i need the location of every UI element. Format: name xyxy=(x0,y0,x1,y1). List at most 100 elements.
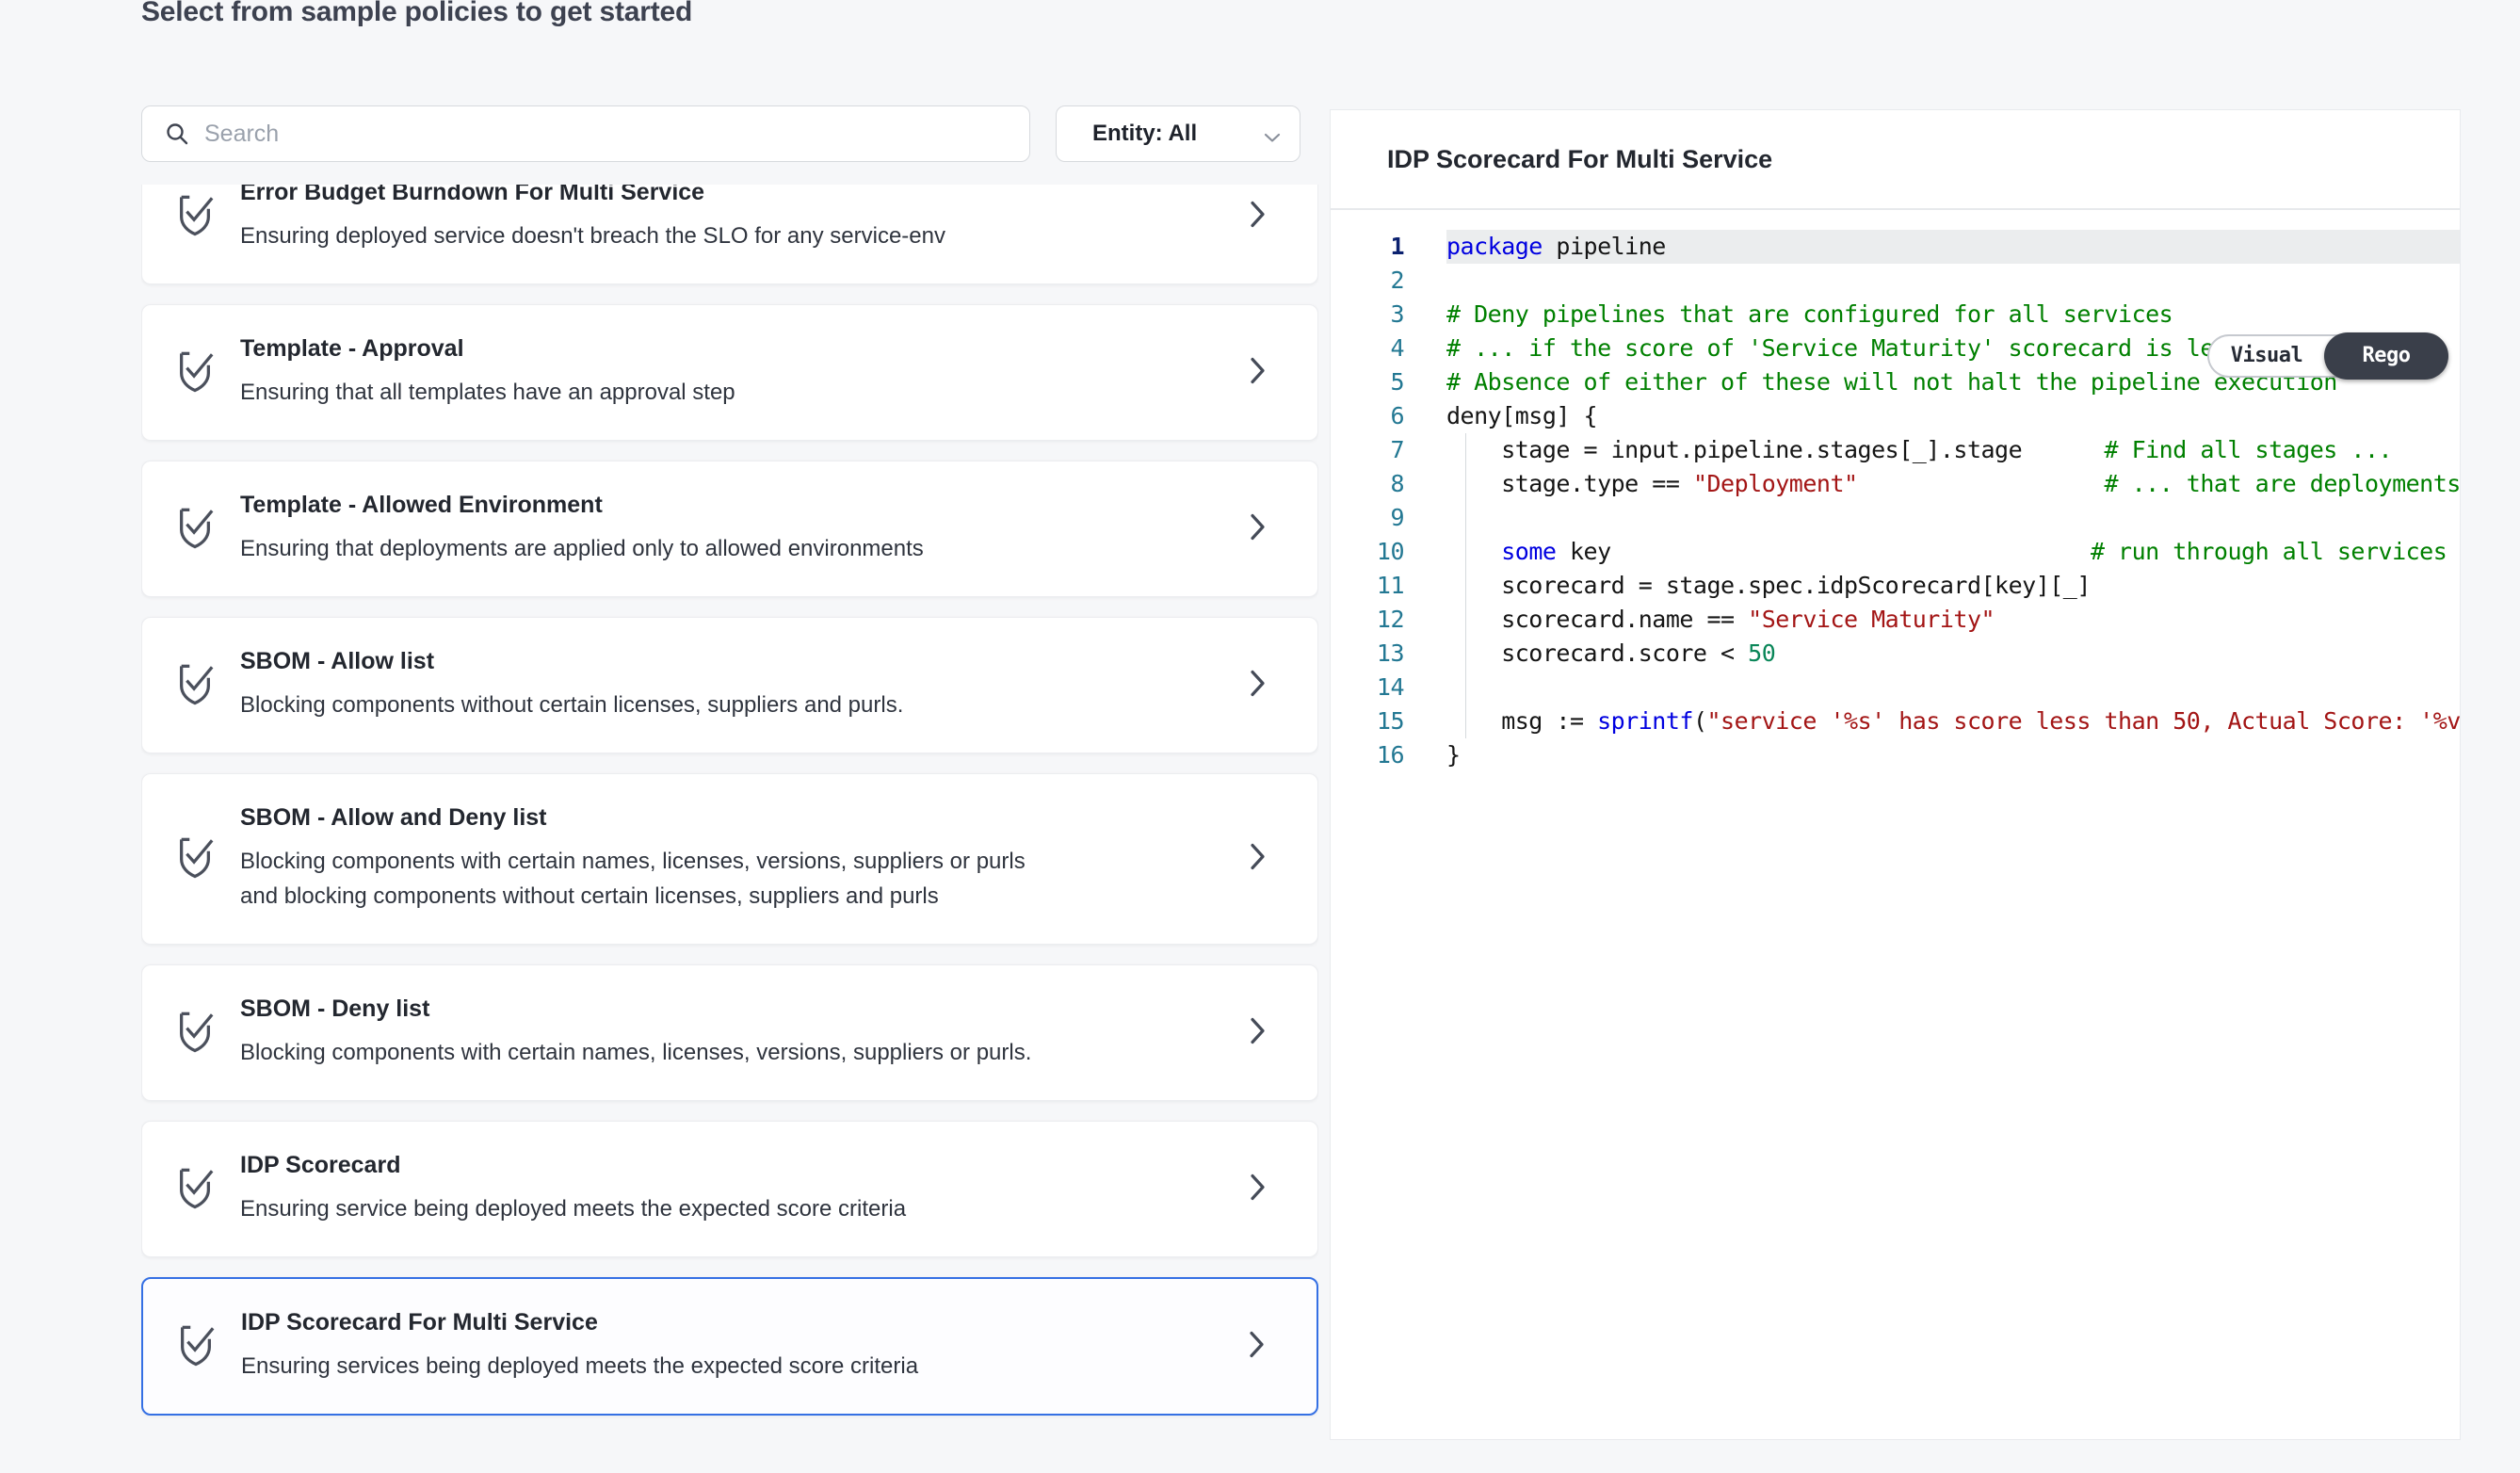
shield-check-icon xyxy=(174,190,216,242)
line-content: # Deny pipelines that are configured for… xyxy=(1446,298,2460,332)
policy-card[interactable]: SBOM - Allow list Blocking components wi… xyxy=(141,617,1318,753)
entity-filter-label: Entity: All xyxy=(1092,121,1197,147)
policy-card-description: Ensuring services being deployed meets t… xyxy=(241,1349,1070,1384)
code-line: 10 some key # run through all services xyxy=(1331,535,2460,569)
search-input[interactable] xyxy=(204,121,1029,148)
policy-card-description: Blocking components with certain names, … xyxy=(240,1035,1069,1070)
policy-card[interactable]: SBOM - Deny list Blocking components wit… xyxy=(141,964,1318,1101)
chevron-right-icon xyxy=(1250,669,1267,702)
shield-check-icon xyxy=(174,503,216,555)
code-line: 6 deny[msg] { xyxy=(1331,399,2460,433)
line-content xyxy=(1446,501,2460,535)
line-content: msg := sprintf("service '%s' has score l… xyxy=(1446,704,2460,738)
code-line: 13 scorecard.score < 50 xyxy=(1331,637,2460,671)
code-line: 11 scorecard = stage.spec.idpScorecard[k… xyxy=(1331,569,2460,603)
code-lines: 1 package pipeline 2 3 # Deny pipelines … xyxy=(1331,230,2460,772)
line-content: scorecard = stage.spec.idpScorecard[key]… xyxy=(1446,569,2460,603)
line-number: 15 xyxy=(1331,704,1404,738)
line-content: stage = input.pipeline.stages[_].stage #… xyxy=(1446,433,2460,467)
policy-samples-screen: Select from sample policies to get start… xyxy=(0,0,2520,1473)
line-number: 7 xyxy=(1331,433,1404,467)
policy-card[interactable]: Error Budget Burndown For Multi Service … xyxy=(141,185,1318,284)
code-line: 12 scorecard.name == "Service Maturity" xyxy=(1331,603,2460,637)
policy-card[interactable]: IDP Scorecard For Multi Service Ensuring… xyxy=(141,1277,1318,1416)
line-number: 10 xyxy=(1331,535,1404,569)
policy-card-description: Ensuring service being deployed meets th… xyxy=(240,1191,1069,1226)
shield-check-icon xyxy=(175,1320,217,1372)
code-line: 3 # Deny pipelines that are configured f… xyxy=(1331,298,2460,332)
chevron-right-icon xyxy=(1250,843,1267,876)
line-content: scorecard.name == "Service Maturity" xyxy=(1446,603,2460,637)
line-number: 9 xyxy=(1331,501,1404,535)
chevron-right-icon xyxy=(1250,356,1267,389)
chevron-down-icon xyxy=(1264,131,1281,148)
page-title: Select from sample policies to get start… xyxy=(141,0,692,28)
line-content: some key # run through all services xyxy=(1446,535,2460,569)
line-number: 5 xyxy=(1331,365,1404,399)
line-number: 4 xyxy=(1331,332,1404,365)
policy-card-description: Ensuring deployed service doesn't breach… xyxy=(240,219,1069,253)
search-icon xyxy=(165,121,189,146)
code-line: 7 stage = input.pipeline.stages[_].stage… xyxy=(1331,433,2460,467)
policy-card-title: Template - Approval xyxy=(240,335,1167,363)
policy-card-title: Error Budget Burndown For Multi Service xyxy=(240,185,1167,206)
entity-filter-dropdown[interactable]: Entity: All xyxy=(1056,105,1300,162)
policy-card[interactable]: Template - Allowed Environment Ensuring … xyxy=(141,461,1318,597)
line-number: 6 xyxy=(1331,399,1404,433)
policy-card-title: Template - Allowed Environment xyxy=(240,492,1167,519)
policy-card-description: Blocking components without certain lice… xyxy=(240,688,1069,722)
line-number: 11 xyxy=(1331,569,1404,603)
chevron-right-icon xyxy=(1250,512,1267,545)
line-content xyxy=(1446,671,2460,704)
line-number: 8 xyxy=(1331,467,1404,501)
toggle-visual-button[interactable]: Visual xyxy=(2209,336,2324,376)
policy-card-title: IDP Scorecard xyxy=(240,1152,1167,1179)
shield-check-icon xyxy=(174,1007,216,1059)
code-line: 15 msg := sprintf("service '%s' has scor… xyxy=(1331,704,2460,738)
line-number: 12 xyxy=(1331,603,1404,637)
policy-card[interactable]: IDP Scorecard Ensuring service being dep… xyxy=(141,1121,1318,1257)
code-line: 8 stage.type == "Deployment" # ... that … xyxy=(1331,467,2460,501)
policy-card-title: SBOM - Deny list xyxy=(240,995,1167,1023)
policy-card-title: IDP Scorecard For Multi Service xyxy=(241,1309,1166,1336)
chevron-right-icon xyxy=(1250,1173,1267,1206)
policy-card-description: Ensuring that deployments are applied on… xyxy=(240,531,1069,566)
policy-list: Error Budget Burndown For Multi Service … xyxy=(141,185,1318,1435)
line-content: deny[msg] { xyxy=(1446,399,2460,433)
policy-card-description: Blocking components with certain names, … xyxy=(240,844,1069,914)
line-content xyxy=(1446,264,2460,298)
code-line: 2 xyxy=(1331,264,2460,298)
line-number: 13 xyxy=(1331,637,1404,671)
policy-card-description: Ensuring that all templates have an appr… xyxy=(240,375,1069,410)
line-content: scorecard.score < 50 xyxy=(1446,637,2460,671)
line-number: 1 xyxy=(1331,230,1404,264)
code-line: 1 package pipeline xyxy=(1331,230,2460,264)
chevron-right-icon xyxy=(1250,1016,1267,1049)
policy-detail-header: IDP Scorecard For Multi Service xyxy=(1331,110,2460,210)
toggle-rego-button[interactable]: Rego xyxy=(2324,332,2448,380)
policy-card-title: SBOM - Allow list xyxy=(240,648,1167,675)
policy-detail-panel: IDP Scorecard For Multi Service 1 packag… xyxy=(1330,109,2461,1440)
shield-check-icon xyxy=(174,834,216,885)
line-content: } xyxy=(1446,738,2460,772)
line-number: 14 xyxy=(1331,671,1404,704)
code-line: 16 } xyxy=(1331,738,2460,772)
indent-guide xyxy=(1465,433,1466,738)
shield-check-icon xyxy=(174,347,216,398)
policy-card[interactable]: Template - Approval Ensuring that all te… xyxy=(141,304,1318,441)
line-number: 16 xyxy=(1331,738,1404,772)
line-content: stage.type == "Deployment" # ... that ar… xyxy=(1446,467,2460,501)
code-line: 14 xyxy=(1331,671,2460,704)
line-number: 2 xyxy=(1331,264,1404,298)
visual-rego-toggle: Visual Rego xyxy=(2207,334,2447,378)
policy-card-title: SBOM - Allow and Deny list xyxy=(240,804,1167,832)
code-editor[interactable]: 1 package pipeline 2 3 # Deny pipelines … xyxy=(1331,210,2460,772)
policy-detail-title: IDP Scorecard For Multi Service xyxy=(1387,145,1772,174)
policy-card[interactable]: SBOM - Allow and Deny list Blocking comp… xyxy=(141,773,1318,945)
shield-check-icon xyxy=(174,1163,216,1215)
code-line: 9 xyxy=(1331,501,2460,535)
chevron-right-icon xyxy=(1249,1330,1266,1363)
line-number: 3 xyxy=(1331,298,1404,332)
line-content: package pipeline xyxy=(1446,230,2460,264)
shield-check-icon xyxy=(174,659,216,711)
